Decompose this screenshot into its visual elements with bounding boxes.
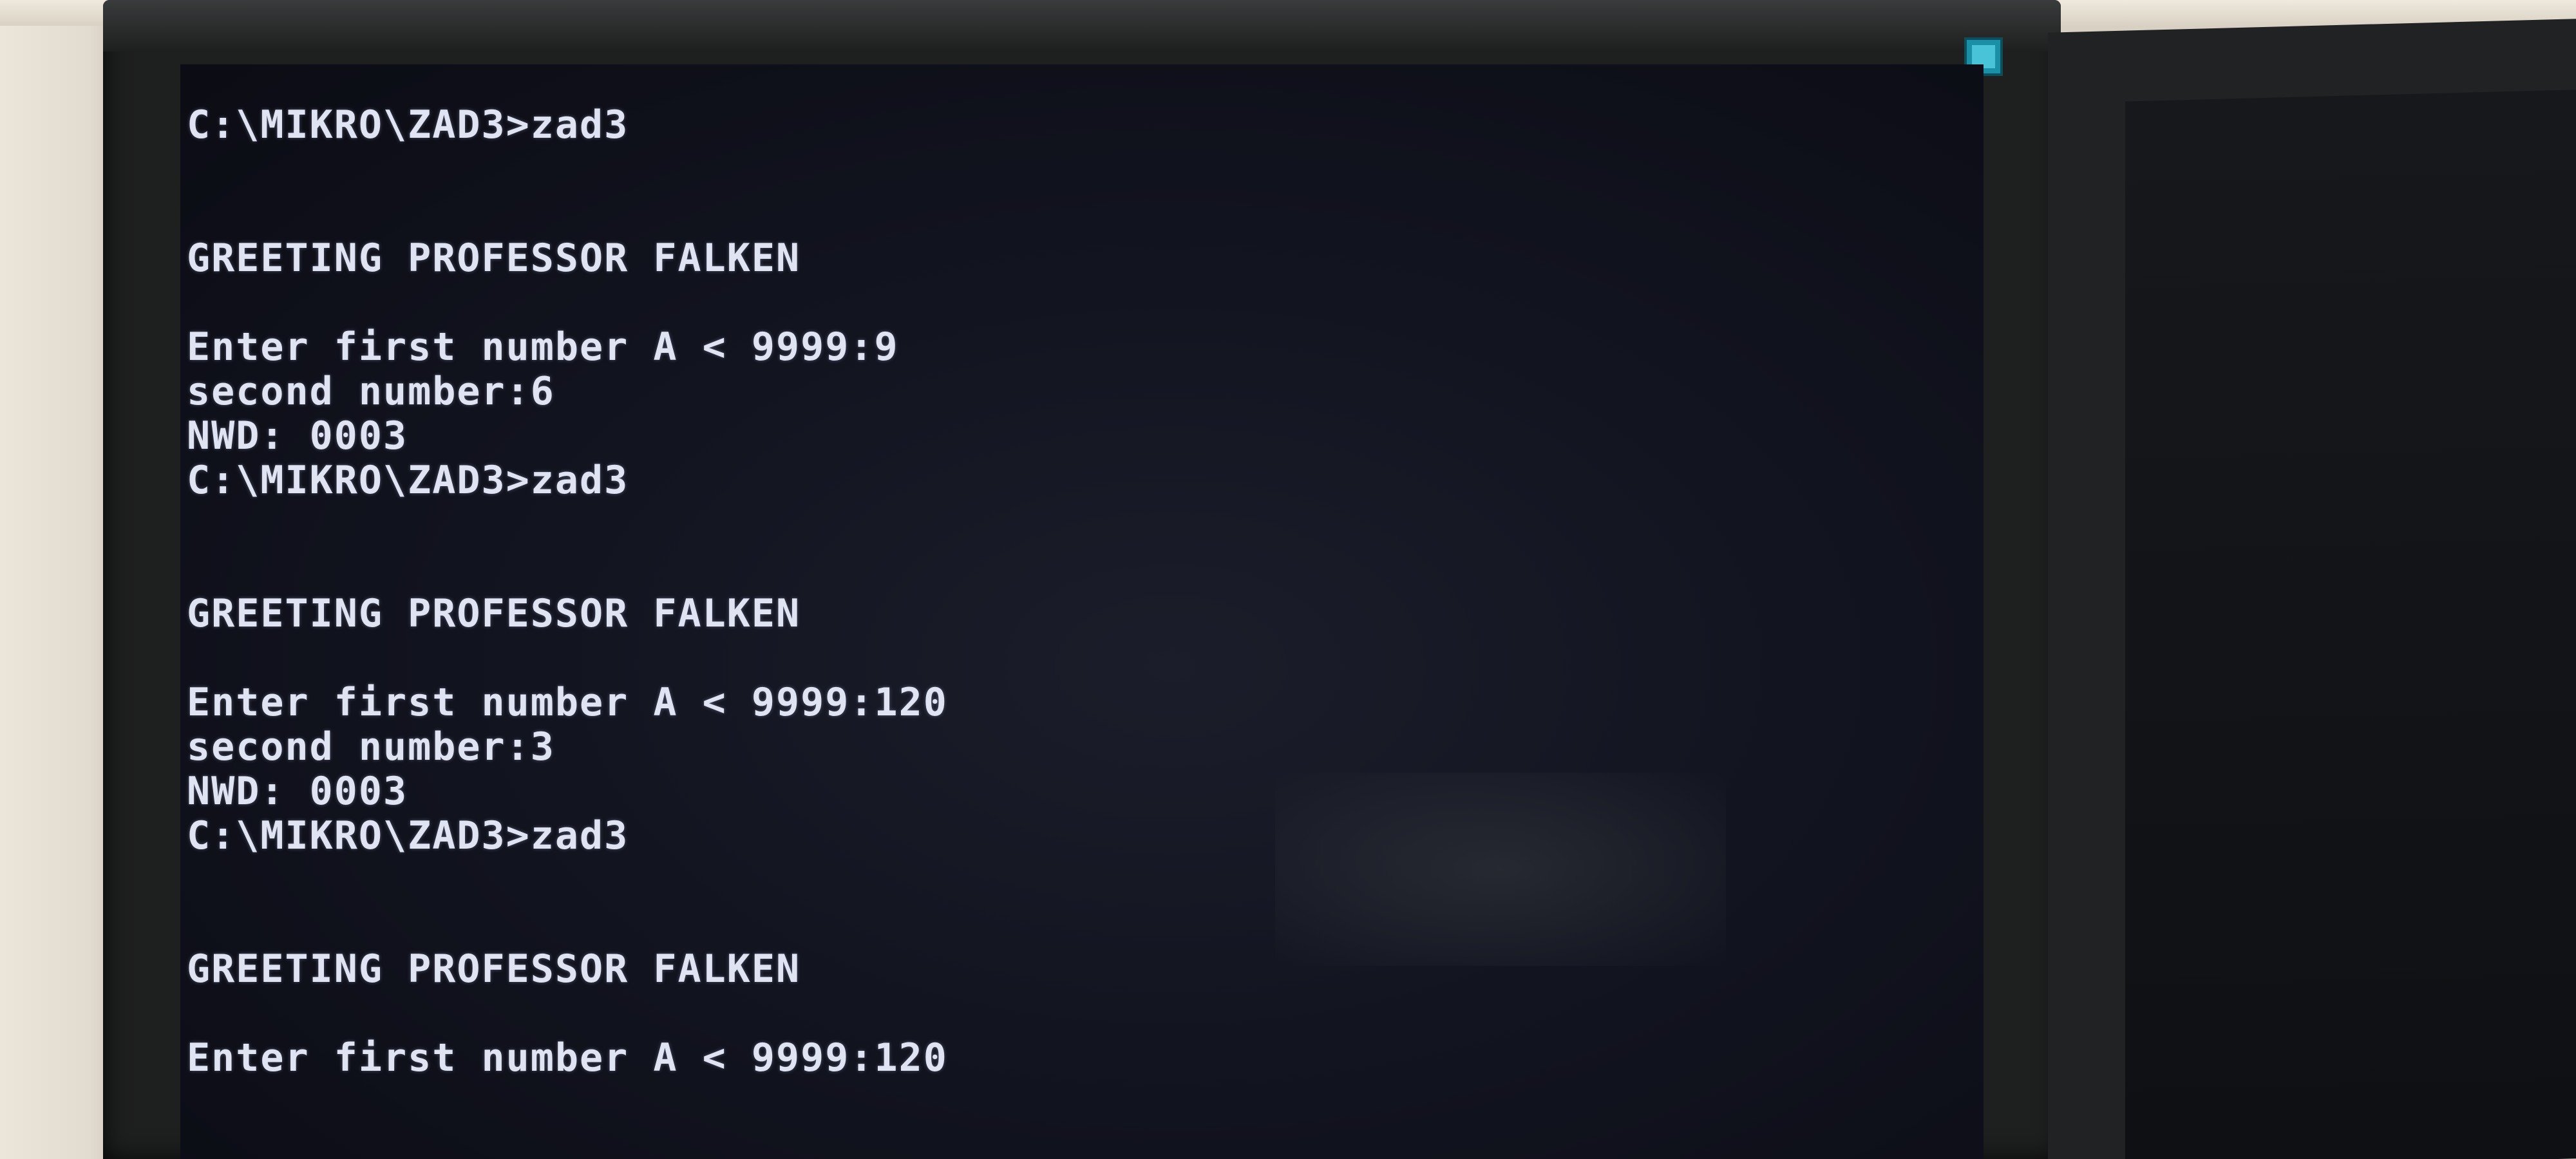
terminal-line-greeting: GREETING PROFESSOR FALKEN [187, 236, 801, 281]
terminal-line-greeting: GREETING PROFESSOR FALKEN [187, 947, 801, 992]
terminal-line-first-number: Enter first number A < 9999:120 [187, 1035, 948, 1080]
terminal-line-prompt: C:\MIKRO\ZAD3>zad3 [187, 102, 629, 147]
dos-terminal-screen[interactable]: C:\MIKRO\ZAD3>zad3 GREETING PROFESSOR FA… [180, 64, 1984, 1159]
monitor-bezel-top [103, 0, 2061, 52]
secondary-monitor [2048, 19, 2576, 1159]
terminal-line-greeting: GREETING PROFESSOR FALKEN [187, 591, 801, 636]
terminal-line-prompt: C:\MIKRO\ZAD3>zad3 [187, 458, 629, 503]
photo-scene: C:\MIKRO\ZAD3>zad3 GREETING PROFESSOR FA… [0, 0, 2576, 1159]
terminal-line-second-number: second number:6 [187, 369, 555, 414]
screen-reflection [1275, 773, 1726, 966]
secondary-monitor-screen [2125, 90, 2576, 1159]
main-monitor: C:\MIKRO\ZAD3>zad3 GREETING PROFESSOR FA… [103, 0, 2061, 1159]
terminal-line-first-number: Enter first number A < 9999:120 [187, 680, 948, 725]
terminal-line-first-number: Enter first number A < 9999:9 [187, 325, 899, 370]
terminal-line-second-number: second number:3 [187, 724, 555, 769]
terminal-output: C:\MIKRO\ZAD3>zad3 GREETING PROFESSOR FA… [187, 103, 948, 1080]
terminal-line-result: NWD: 0003 [187, 769, 408, 814]
terminal-line-prompt: C:\MIKRO\ZAD3>zad3 [187, 813, 629, 858]
terminal-line-result: NWD: 0003 [187, 413, 408, 458]
